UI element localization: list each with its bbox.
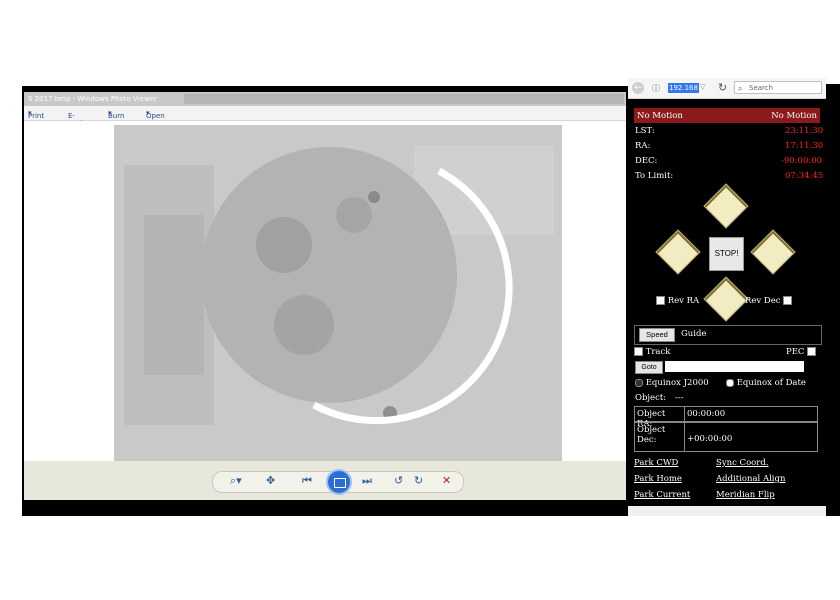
- object-dec-label: Object Dec:: [635, 423, 685, 451]
- track-control[interactable]: Track: [634, 347, 670, 357]
- browser-panel: ← ⓘ 192.168 ▽ ↻ ⌕ Search No Motion No Mo…: [628, 78, 826, 516]
- image-canvas: [24, 121, 626, 463]
- url-field[interactable]: 192.168: [668, 83, 699, 93]
- stop-button[interactable]: STOP!: [709, 237, 744, 271]
- speed-guide-tabs: Speed Guide: [634, 325, 822, 345]
- pec-checkbox[interactable]: [807, 347, 817, 356]
- lst-value: 23:11:30: [785, 126, 824, 136]
- delete-icon[interactable]: ✕: [442, 475, 451, 487]
- rev-ra-checkbox[interactable]: [656, 296, 665, 305]
- to-limit-row: To Limit: 07:34:45: [635, 171, 823, 184]
- zoom-icon[interactable]: ⌕▾: [230, 475, 242, 487]
- equinox-date-label: Equinox of Date: [736, 378, 806, 388]
- photo-viewer-title-bar: S 2017.bmp - Windows Photo Viewer: [24, 92, 626, 106]
- speed-button[interactable]: Speed: [639, 328, 675, 342]
- object-ra-table: Object RA: 00:00:00: [634, 406, 818, 429]
- to-limit-label: To Limit:: [635, 171, 674, 181]
- dropdown-arrow-icon[interactable]: ▽: [700, 83, 705, 91]
- photo-viewer-menu: Print ▾ E-mail Burn ▾ Open ▾: [24, 106, 626, 128]
- equinox-date-radio[interactable]: [726, 378, 734, 387]
- info-icon[interactable]: ⓘ: [652, 83, 660, 94]
- rev-dec-control[interactable]: Rev Dec: [745, 296, 793, 306]
- motion-right-label: No Motion: [771, 111, 817, 121]
- rotate-left-icon[interactable]: ↺: [394, 475, 403, 487]
- pec-control[interactable]: PEC: [786, 347, 817, 357]
- search-icon: ⌕: [738, 84, 743, 93]
- equinox-j2000-option[interactable]: Equinox J2000: [635, 378, 709, 388]
- address-bar: ← ⓘ 192.168 ▽ ↻ ⌕ Search: [628, 78, 826, 99]
- dec-row: DEC: -90:00:00: [635, 156, 822, 169]
- object-label: Object:: [635, 393, 667, 403]
- goto-button[interactable]: Goto: [635, 361, 663, 374]
- rev-dec-label: Rev Dec: [745, 296, 781, 306]
- search-input[interactable]: ⌕ Search: [734, 81, 822, 94]
- additional-align-link[interactable]: Additional Align: [716, 474, 785, 484]
- park-cwd-link[interactable]: Park CWD: [634, 458, 678, 468]
- moon-image: [114, 125, 562, 463]
- lst-row: LST: 23:11:30: [635, 126, 823, 139]
- track-checkbox[interactable]: [634, 347, 643, 356]
- window-title: S 2017.bmp - Windows Photo Viewer: [28, 95, 157, 103]
- park-home-link[interactable]: Park Home: [634, 474, 682, 484]
- actual-size-icon[interactable]: ✥: [266, 475, 275, 487]
- menu-burn[interactable]: Burn ▾: [108, 109, 124, 120]
- object-ra-label: Object RA:: [635, 407, 685, 429]
- sync-coord-link[interactable]: Sync Coord.: [716, 458, 769, 468]
- pec-label: PEC: [786, 347, 805, 357]
- east-button[interactable]: [655, 229, 701, 275]
- photo-viewer-window: S 2017.bmp - Windows Photo Viewer Print …: [24, 92, 626, 500]
- motion-left-label: No Motion: [637, 111, 683, 121]
- menu-open[interactable]: Open ▾: [146, 109, 165, 120]
- object-row: Object: ---: [635, 393, 683, 403]
- rev-dec-checkbox[interactable]: [783, 296, 793, 305]
- browser-bottom-strip: [628, 506, 826, 516]
- screenshot-frame: S 2017.bmp - Windows Photo Viewer Print …: [0, 0, 840, 600]
- object-dec-table: Object Dec: +00:00:00: [634, 422, 818, 452]
- object-value: ---: [674, 393, 684, 403]
- search-placeholder: Search: [749, 84, 774, 92]
- next-icon[interactable]: ⏭: [362, 475, 372, 487]
- reload-icon[interactable]: ↻: [718, 81, 727, 94]
- dec-label: DEC:: [635, 156, 658, 166]
- right-edge-bar: [826, 84, 840, 516]
- equinox-date-option[interactable]: Equinox of Date: [726, 378, 806, 388]
- menu-print[interactable]: Print ▾: [28, 109, 44, 120]
- ra-value: 17:11:30: [785, 141, 824, 151]
- equinox-j2000-label: Equinox J2000: [645, 378, 709, 388]
- title-bar-fill: [184, 94, 624, 104]
- guide-tab[interactable]: Guide: [681, 329, 706, 339]
- track-label: Track: [645, 347, 671, 357]
- photo-viewer-toolbar: ⌕▾ ✥ ⏮ ⏭ ↺ ↻ ✕: [24, 461, 626, 500]
- ra-label: RA:: [635, 141, 651, 151]
- to-limit-value: 07:34:45: [785, 171, 824, 181]
- equinox-j2000-radio[interactable]: [635, 378, 643, 387]
- object-ra-value: 00:00:00: [687, 409, 726, 419]
- rotate-right-icon[interactable]: ↻: [414, 475, 423, 487]
- dec-value: -90:00:00: [781, 156, 823, 166]
- park-current-link[interactable]: Park Current: [634, 490, 690, 500]
- previous-icon[interactable]: ⏮: [302, 475, 312, 487]
- rev-ra-control[interactable]: Rev RA: [656, 296, 699, 306]
- motion-status-bar: No Motion No Motion: [634, 108, 820, 123]
- meridian-flip-link[interactable]: Meridian Flip: [716, 490, 775, 500]
- lst-label: LST:: [635, 126, 655, 136]
- object-dec-value: +00:00:00: [687, 434, 733, 444]
- goto-input[interactable]: [665, 361, 804, 372]
- back-arrow-icon[interactable]: ←: [632, 82, 644, 94]
- south-button[interactable]: [703, 276, 749, 322]
- west-button[interactable]: [750, 229, 796, 275]
- north-button[interactable]: [703, 183, 749, 229]
- rev-ra-label: Rev RA: [667, 296, 700, 306]
- ra-row: RA: 17:11:30: [635, 141, 823, 154]
- slideshow-icon[interactable]: [326, 469, 352, 495]
- moon-photo: [114, 125, 562, 463]
